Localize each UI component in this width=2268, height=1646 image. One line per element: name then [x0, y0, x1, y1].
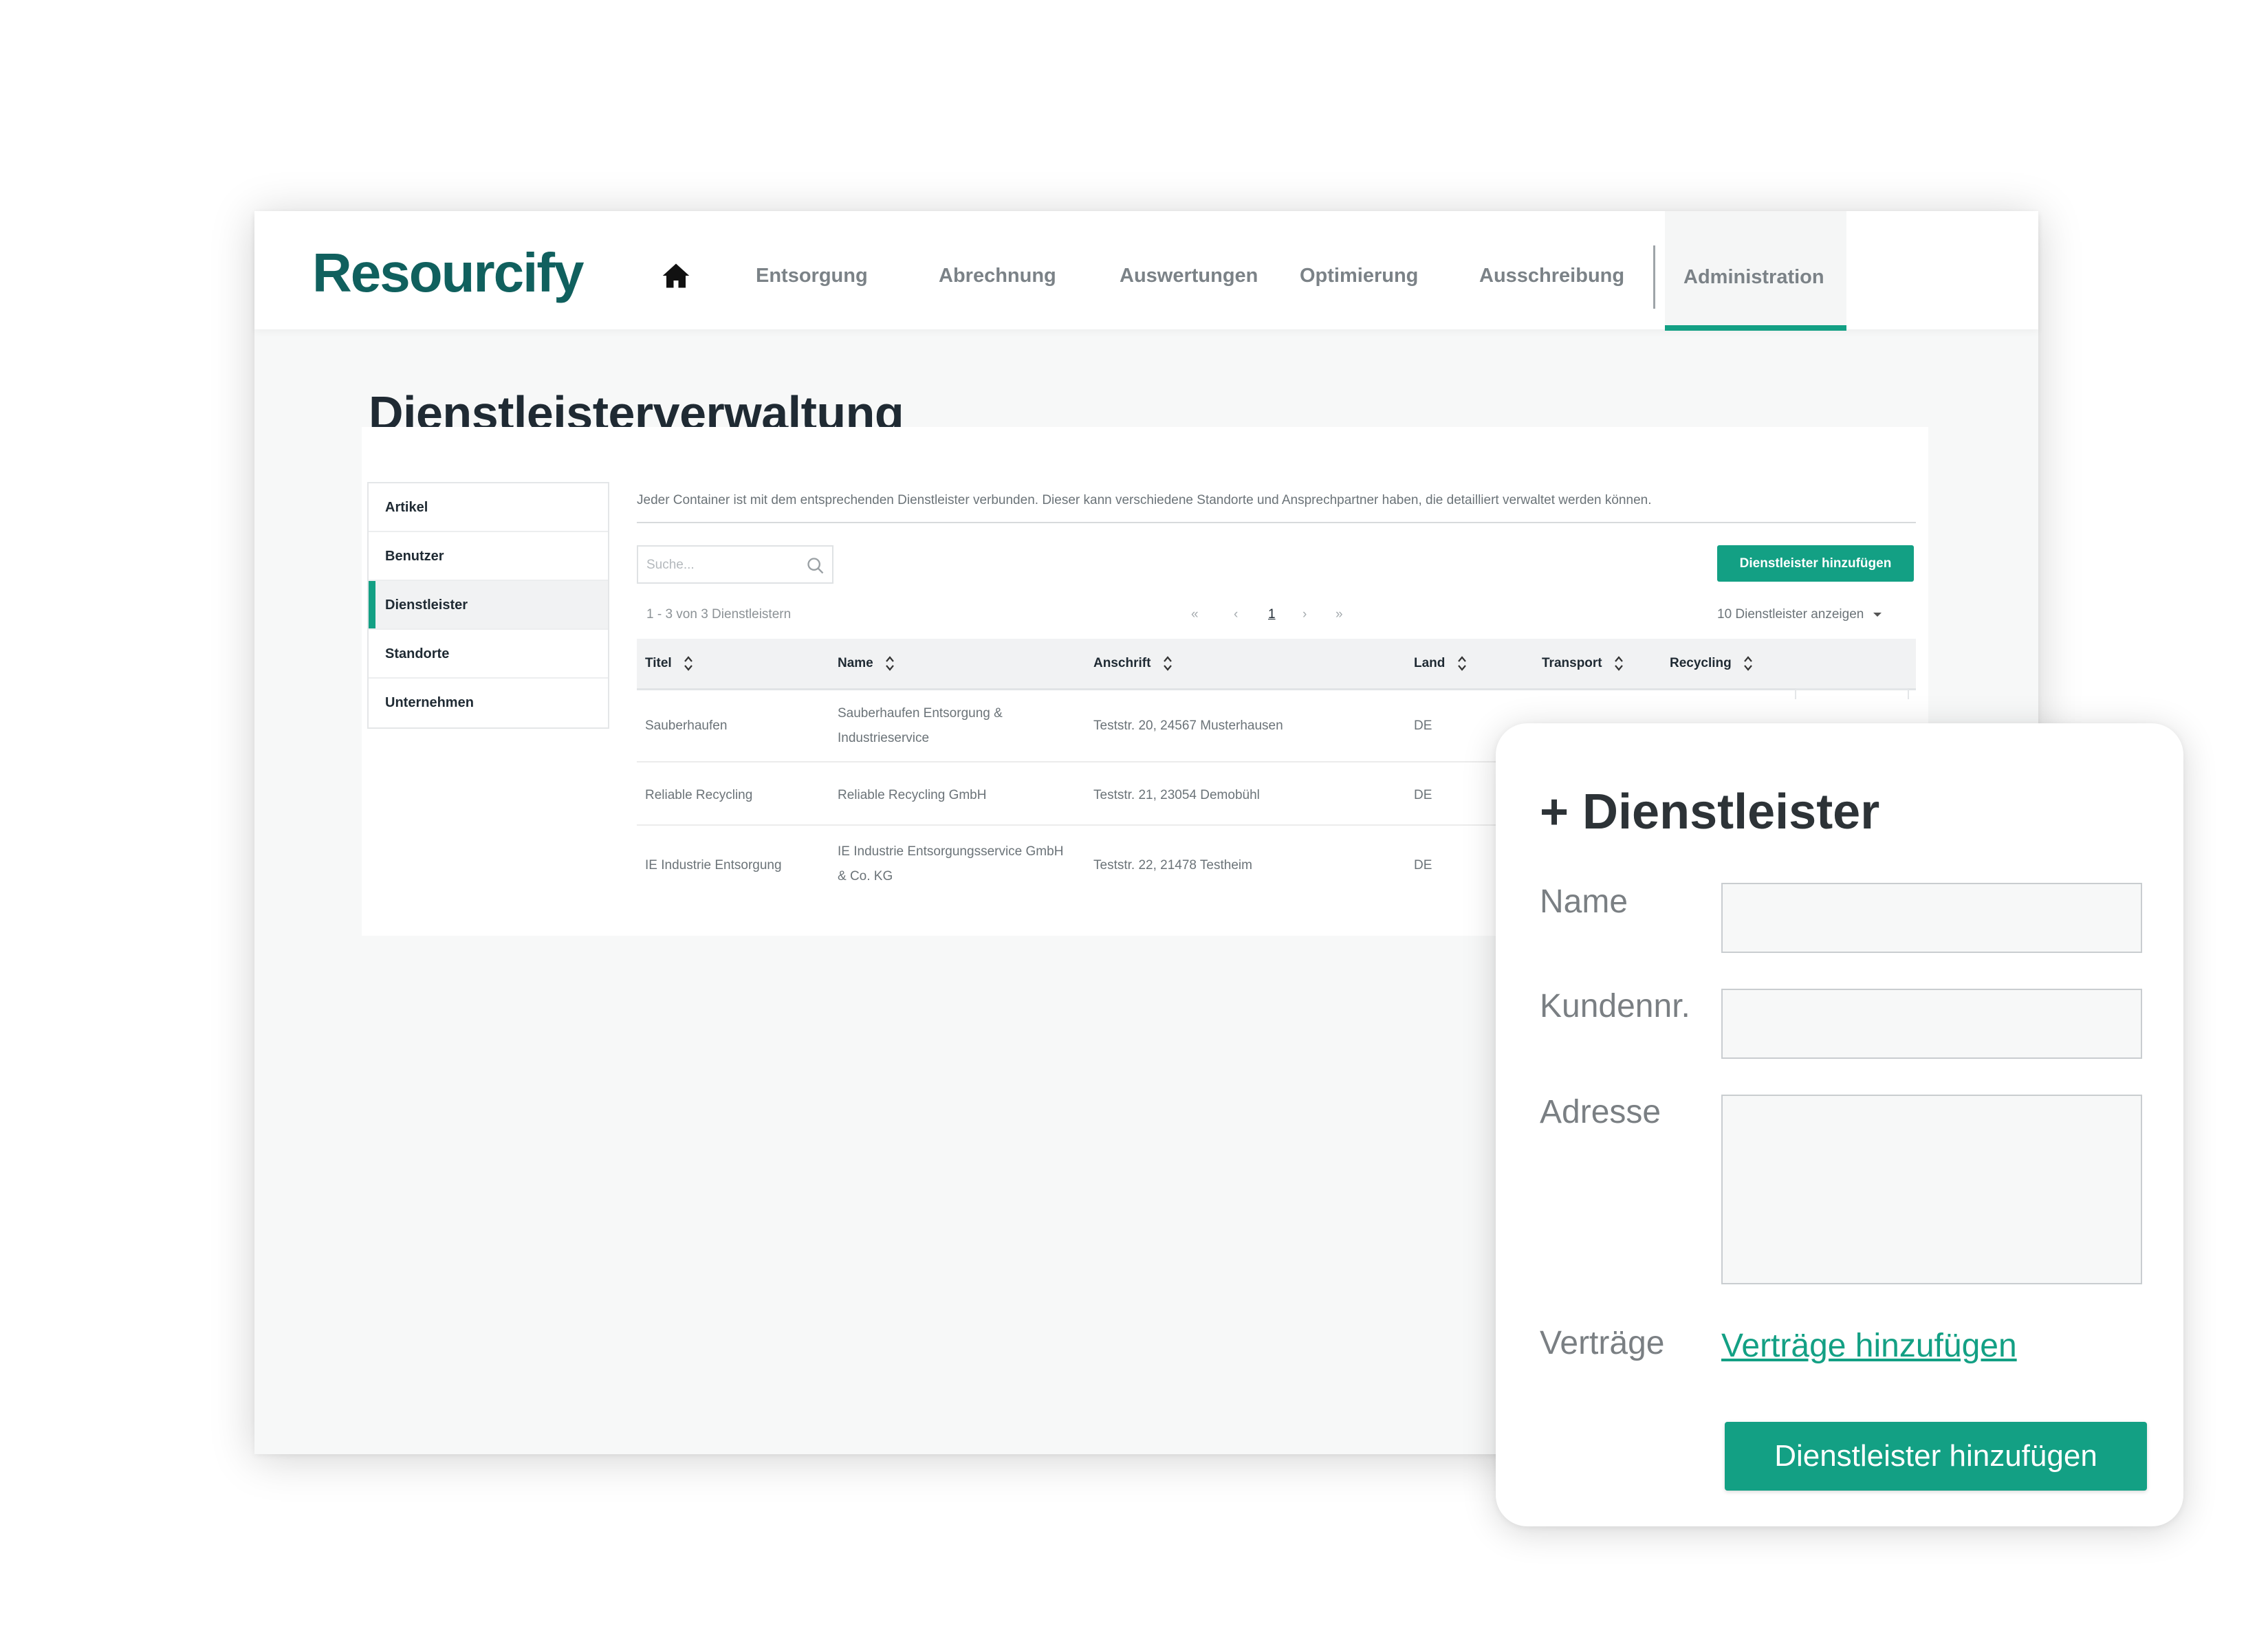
table-header: Titel Name Anschrift Land Transport Recy… — [637, 639, 1916, 690]
divider — [637, 522, 1916, 523]
adresse-label: Adresse — [1540, 1094, 1661, 1130]
pagination-next-icon[interactable]: › — [1302, 607, 1307, 622]
top-navigation: Resourcify Entsorgung Abrechnung Auswert… — [254, 211, 2038, 331]
column-header-titel[interactable]: Titel — [645, 655, 693, 672]
cell-anschrift: Teststr. 22, 21478 Testheim — [1093, 858, 1252, 873]
nav-active-indicator — [1665, 325, 1846, 331]
nav-item-entsorgung[interactable]: Entsorgung — [756, 265, 868, 287]
modal-title: + Dienstleister — [1540, 784, 1880, 840]
cell-land: DE — [1414, 718, 1432, 733]
nav-item-ausschreibung[interactable]: Ausschreibung — [1479, 265, 1624, 287]
sort-icon[interactable] — [1614, 655, 1624, 672]
pagination-current-page[interactable]: 1 — [1268, 607, 1276, 622]
per-page-select[interactable]: 10 Dienstleister anzeigen — [1717, 607, 1883, 622]
cell-name: Reliable Recycling GmbH — [838, 788, 987, 802]
brand-logo[interactable]: Resourcify — [312, 241, 584, 305]
sort-icon[interactable] — [885, 655, 895, 672]
column-header-name[interactable]: Name — [838, 655, 895, 672]
sidebar-item-standorte[interactable]: Standorte — [369, 630, 608, 679]
name-label: Name — [1540, 884, 1628, 920]
sidebar-item-artikel[interactable]: Artikel — [369, 483, 608, 532]
pagination-prev-icon[interactable]: ‹ — [1234, 607, 1238, 622]
caret-down-icon — [1873, 613, 1882, 617]
pagination-first-icon[interactable]: « — [1191, 607, 1199, 622]
submit-provider-button[interactable]: Dienstleister hinzufügen — [1725, 1422, 2147, 1491]
sort-icon[interactable] — [1457, 655, 1467, 672]
row-action-button[interactable] — [1795, 688, 1909, 699]
add-provider-modal: + Dienstleister Name Kundennr. Adresse V… — [1496, 723, 2183, 1526]
kundennr-input[interactable] — [1721, 989, 2142, 1059]
sidebar-item-unternehmen[interactable]: Unternehmen — [369, 679, 608, 727]
name-input[interactable] — [1721, 883, 2142, 953]
nav-item-administration[interactable]: Administration — [1683, 266, 1824, 289]
intro-text: Jeder Container ist mit dem entsprechend… — [637, 493, 1652, 507]
cell-titel: IE Industrie Entsorgung — [645, 858, 782, 873]
sort-icon[interactable] — [1743, 655, 1753, 672]
column-header-recycling[interactable]: Recycling — [1670, 655, 1753, 672]
kundennr-label: Kundennr. — [1540, 988, 1690, 1024]
column-header-transport[interactable]: Transport — [1542, 655, 1624, 672]
cell-titel: Reliable Recycling — [645, 788, 753, 802]
nav-item-optimierung[interactable]: Optimierung — [1300, 265, 1418, 287]
search-icon[interactable] — [806, 556, 825, 575]
sidebar-menu: Artikel Benutzer Dienstleister Standorte… — [367, 482, 609, 729]
sidebar-item-benutzer[interactable]: Benutzer — [369, 532, 608, 581]
sort-icon[interactable] — [684, 655, 693, 672]
sidebar-item-dienstleister[interactable]: Dienstleister — [369, 581, 608, 630]
cell-anschrift: Teststr. 20, 24567 Musterhausen — [1093, 718, 1283, 733]
cell-titel: Sauberhaufen — [645, 718, 728, 733]
add-contracts-link[interactable]: Verträge hinzufügen — [1721, 1327, 2017, 1365]
search-input[interactable]: Suche... — [637, 545, 833, 584]
nav-divider — [1653, 245, 1655, 309]
per-page-label: 10 Dienstleister anzeigen — [1717, 607, 1864, 622]
add-provider-button[interactable]: Dienstleister hinzufügen — [1717, 545, 1914, 582]
cell-name: Sauberhaufen Entsorgung & Industrieservi… — [838, 706, 1003, 745]
nav-item-abrechnung[interactable]: Abrechnung — [939, 265, 1056, 287]
sort-icon[interactable] — [1163, 655, 1173, 672]
nav-item-auswertungen[interactable]: Auswertungen — [1120, 265, 1258, 287]
adresse-textarea[interactable] — [1721, 1095, 2142, 1284]
cell-land: DE — [1414, 788, 1432, 802]
pagination-last-icon[interactable]: » — [1335, 607, 1343, 622]
column-header-land[interactable]: Land — [1414, 655, 1467, 672]
cell-land: DE — [1414, 858, 1432, 873]
column-header-anschrift[interactable]: Anschrift — [1093, 655, 1173, 672]
cell-anschrift: Teststr. 21, 23054 Demobühl — [1093, 788, 1260, 802]
result-count: 1 - 3 von 3 Dienstleistern — [646, 607, 792, 622]
cell-name: IE Industrie Entsorgungsservice GmbH & C… — [838, 844, 1064, 884]
home-icon[interactable] — [662, 262, 690, 289]
vertraege-label: Verträge — [1540, 1325, 1665, 1361]
search-placeholder: Suche... — [646, 558, 695, 572]
